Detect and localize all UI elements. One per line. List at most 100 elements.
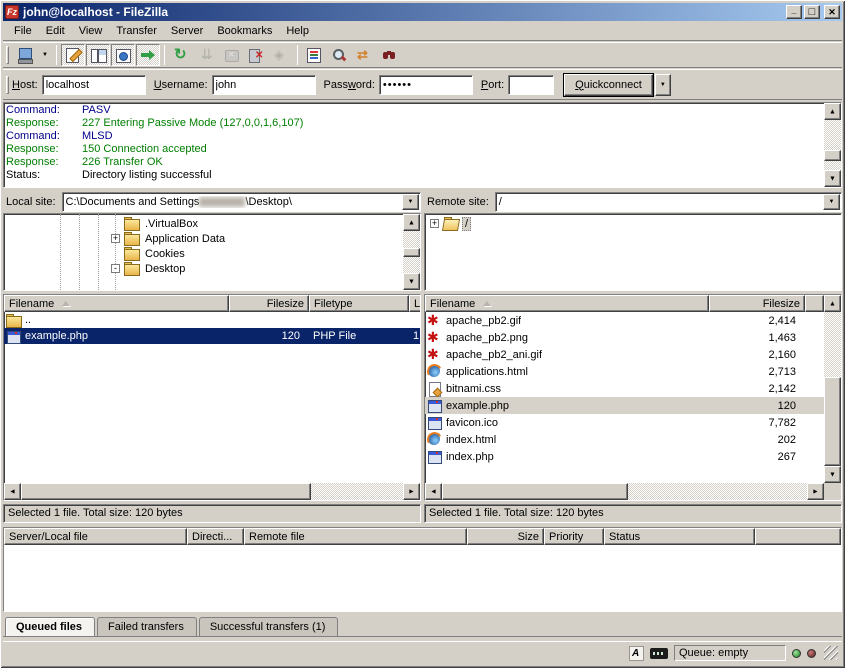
scroll-left-button[interactable] bbox=[425, 483, 442, 500]
resize-grip[interactable] bbox=[824, 646, 838, 660]
tree-item-application-data[interactable]: +Application Data bbox=[4, 231, 403, 246]
scrollbar-thumb[interactable] bbox=[403, 248, 420, 257]
file-name-cell: apache_pb2.png bbox=[425, 329, 709, 346]
quickconnect-dropdown-button[interactable] bbox=[655, 74, 671, 96]
toggle-log-button[interactable] bbox=[61, 44, 85, 66]
scroll-left-button[interactable] bbox=[4, 483, 21, 500]
file-row-example-php[interactable]: example.php120 bbox=[425, 397, 824, 414]
remote-path-combo[interactable]: / bbox=[495, 192, 842, 212]
minimize-button[interactable] bbox=[786, 5, 802, 19]
toolbar-gripper[interactable] bbox=[6, 46, 9, 64]
file-row-[interactable]: .. bbox=[4, 312, 420, 328]
file-row-example-php[interactable]: example.php120PHP File1 bbox=[4, 328, 420, 344]
collapse-icon[interactable]: - bbox=[111, 264, 120, 273]
cancel-button[interactable] bbox=[219, 44, 243, 66]
menu-item-view[interactable]: View bbox=[72, 23, 110, 39]
remote-list-column-filesize[interactable]: Filesize bbox=[709, 295, 805, 312]
expand-icon[interactable]: + bbox=[111, 234, 120, 243]
maximize-button[interactable] bbox=[804, 5, 820, 19]
scroll-right-button[interactable] bbox=[403, 483, 420, 500]
site-manager-button[interactable] bbox=[13, 44, 37, 66]
local-list-column-filesize[interactable]: Filesize bbox=[229, 295, 309, 312]
scroll-up-button[interactable] bbox=[824, 295, 841, 312]
dropdown-button[interactable] bbox=[38, 44, 52, 66]
toggle-queue-button[interactable] bbox=[136, 44, 160, 66]
log-scrollbar[interactable] bbox=[824, 103, 841, 187]
file-row-bitnami-css[interactable]: bitnami.css2,142 bbox=[425, 380, 824, 397]
scroll-down-button[interactable] bbox=[824, 466, 841, 483]
queue-column-server-local-file[interactable]: Server/Local file bbox=[4, 528, 187, 545]
local-tree-scrollbar[interactable] bbox=[403, 214, 420, 290]
scroll-down-button[interactable] bbox=[403, 273, 420, 290]
tab-failed-transfers[interactable]: Failed transfers bbox=[97, 617, 197, 636]
queue-column-priority[interactable]: Priority bbox=[544, 528, 604, 545]
port-input[interactable] bbox=[508, 75, 554, 95]
scrollbar-thumb[interactable] bbox=[21, 483, 311, 500]
scrollbar-thumb[interactable] bbox=[442, 483, 628, 500]
file-row-favicon-ico[interactable]: favicon.ico7,782 bbox=[425, 414, 824, 431]
remote-vscrollbar[interactable] bbox=[824, 295, 841, 483]
local-list-column-filetype[interactable]: Filetype bbox=[309, 295, 409, 312]
tree-item-virtualbox[interactable]: .VirtualBox bbox=[4, 216, 403, 231]
scrollbar-track[interactable] bbox=[21, 483, 403, 500]
refresh-button[interactable] bbox=[169, 44, 193, 66]
process-queue-button[interactable] bbox=[194, 44, 218, 66]
pass-input[interactable] bbox=[379, 75, 473, 95]
tab-successful-transfers-1[interactable]: Successful transfers (1) bbox=[199, 617, 339, 636]
local-path-dropdown-button[interactable] bbox=[402, 194, 419, 210]
tree-item-desktop[interactable]: -Desktop bbox=[4, 261, 403, 276]
quickbar-gripper[interactable] bbox=[6, 76, 9, 94]
menu-item-bookmarks[interactable]: Bookmarks bbox=[210, 23, 279, 39]
scrollbar-thumb[interactable] bbox=[824, 150, 841, 161]
queue-column-remote-file[interactable]: Remote file bbox=[244, 528, 467, 545]
tree-item-[interactable]: +/ bbox=[425, 216, 841, 231]
scroll-up-button[interactable] bbox=[824, 103, 841, 120]
scrollbar-track[interactable] bbox=[442, 483, 807, 500]
title-bar[interactable]: Fz john@localhost - FileZilla bbox=[3, 3, 842, 21]
scroll-right-button[interactable] bbox=[807, 483, 824, 500]
scrollbar-track[interactable] bbox=[824, 312, 841, 466]
find-files-button[interactable] bbox=[377, 44, 401, 66]
scrollbar-track[interactable] bbox=[403, 231, 420, 273]
queue-column-status[interactable]: Status bbox=[604, 528, 755, 545]
tab-queued-files[interactable]: Queued files bbox=[5, 617, 95, 636]
local-list-column-l[interactable]: L bbox=[409, 295, 420, 312]
menu-item-server[interactable]: Server bbox=[164, 23, 210, 39]
file-row-index-html[interactable]: index.html202 bbox=[425, 431, 824, 448]
scroll-up-button[interactable] bbox=[403, 214, 420, 231]
scroll-down-button[interactable] bbox=[824, 170, 841, 187]
queue-column-size[interactable]: Size bbox=[467, 528, 544, 545]
file-row-applications-html[interactable]: applications.html2,713 bbox=[425, 363, 824, 380]
directory-comparison-button[interactable] bbox=[327, 44, 351, 66]
file-row-apache-pb2-gif[interactable]: apache_pb2.gif2,414 bbox=[425, 312, 824, 329]
close-button[interactable] bbox=[824, 5, 840, 19]
synchronized-browsing-button[interactable] bbox=[352, 44, 376, 66]
remote-list-column-filename[interactable]: Filename bbox=[425, 295, 709, 312]
queue-column-directi[interactable]: Directi... bbox=[187, 528, 244, 545]
file-row-apache-pb2-png[interactable]: apache_pb2.png1,463 bbox=[425, 329, 824, 346]
expand-icon[interactable]: + bbox=[430, 219, 439, 228]
local-list-column-filename[interactable]: Filename bbox=[4, 295, 229, 312]
menu-item-file[interactable]: File bbox=[7, 23, 39, 39]
quickconnect-button[interactable]: Quickconnect bbox=[564, 74, 653, 96]
remote-path-dropdown-button[interactable] bbox=[823, 194, 840, 210]
tree-item-cookies[interactable]: Cookies bbox=[4, 246, 403, 261]
menu-item-help[interactable]: Help bbox=[279, 23, 316, 39]
scrollbar-track[interactable] bbox=[824, 120, 841, 170]
toggle-remote-tree-button[interactable] bbox=[111, 44, 135, 66]
file-row-index-php[interactable]: index.php267 bbox=[425, 448, 824, 465]
menu-item-edit[interactable]: Edit bbox=[39, 23, 72, 39]
scrollbar-thumb[interactable] bbox=[824, 377, 841, 466]
user-input[interactable] bbox=[212, 75, 316, 95]
filter-button[interactable] bbox=[302, 44, 326, 66]
local-hscrollbar[interactable] bbox=[4, 483, 420, 500]
file-row-apache-pb2-ani-gif[interactable]: apache_pb2_ani.gif2,160 bbox=[425, 346, 824, 363]
reconnect-button[interactable] bbox=[269, 44, 293, 66]
menu-item-transfer[interactable]: Transfer bbox=[109, 23, 164, 39]
toggle-local-tree-button[interactable] bbox=[86, 44, 110, 66]
local-path-combo[interactable]: C:\Documents and Settings\Desktop\ bbox=[62, 192, 421, 212]
disconnect-button[interactable] bbox=[244, 44, 268, 66]
host-input[interactable] bbox=[42, 75, 146, 95]
speed-limit-icon[interactable] bbox=[650, 648, 668, 659]
remote-hscrollbar[interactable] bbox=[425, 483, 824, 500]
